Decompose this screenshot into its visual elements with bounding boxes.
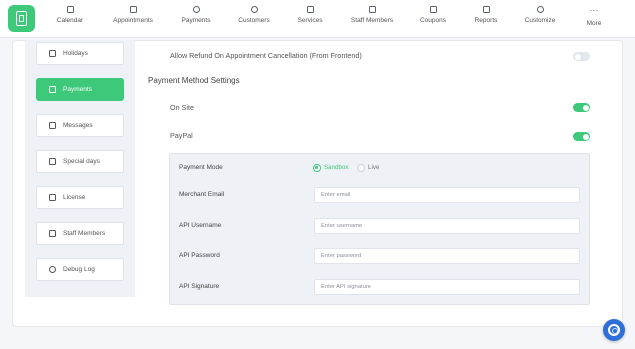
coupons-icon bbox=[429, 6, 437, 13]
refund-setting-label: Allow Refund On Appointment Cancellation… bbox=[170, 51, 362, 60]
nav-appointments-label: Appointments bbox=[113, 17, 153, 24]
customers-icon bbox=[250, 6, 258, 13]
api-password-field[interactable] bbox=[314, 248, 580, 264]
merchant-email-field[interactable] bbox=[314, 187, 580, 203]
sidebar-item-staff-members[interactable]: Staff Members bbox=[36, 222, 124, 245]
nav-services-label: Services bbox=[297, 17, 323, 24]
sandbox-radio-label[interactable]: Sandbox bbox=[324, 164, 348, 171]
sidebar-item-label: Debug Log bbox=[63, 266, 95, 273]
paypal-toggle[interactable] bbox=[573, 132, 590, 141]
sidebar-item-debug-log[interactable]: Debug Log bbox=[36, 258, 124, 281]
sidebar-item-label: Staff Members bbox=[63, 230, 106, 237]
nav-calendar-label: Calendar bbox=[56, 17, 84, 24]
sidebar-item-label: License bbox=[63, 194, 86, 201]
nav-more-label: More bbox=[586, 20, 602, 27]
on-site-label: On Site bbox=[170, 103, 194, 112]
sidebar-item-special-days[interactable]: Special days bbox=[36, 150, 124, 173]
app-logo[interactable] bbox=[8, 5, 35, 32]
api-username-label: API Username bbox=[179, 222, 222, 229]
nav-staff-members[interactable]: Staff Members bbox=[337, 6, 407, 24]
live-radio-label[interactable]: Live bbox=[368, 164, 379, 171]
logo-glyph bbox=[16, 11, 27, 26]
sidebar-item-payments[interactable]: Payments bbox=[36, 78, 124, 101]
sidebar-item-messages[interactable]: Messages bbox=[36, 114, 124, 137]
refund-toggle[interactable] bbox=[573, 52, 590, 61]
calendar-icon bbox=[66, 6, 74, 13]
more-dots-icon: ··· bbox=[589, 5, 599, 15]
sandbox-radio[interactable] bbox=[313, 164, 321, 172]
live-radio[interactable] bbox=[357, 164, 365, 172]
payments-icon bbox=[49, 86, 56, 93]
appointments-icon bbox=[129, 6, 137, 13]
staff-members-icon bbox=[368, 6, 376, 13]
nav-services[interactable]: Services bbox=[275, 6, 345, 24]
license-icon bbox=[49, 194, 56, 201]
customize-icon bbox=[536, 6, 544, 13]
sidebar-item-holidays[interactable]: Holidays bbox=[36, 42, 124, 65]
messages-icon bbox=[49, 122, 56, 129]
nav-calendar[interactable]: Calendar bbox=[35, 6, 105, 24]
on-site-toggle[interactable] bbox=[573, 103, 590, 112]
holidays-icon bbox=[49, 50, 56, 57]
lifebuoy-icon bbox=[608, 324, 620, 336]
sidebar-item-label: Messages bbox=[63, 122, 93, 129]
api-signature-field[interactable] bbox=[314, 279, 580, 295]
sidebar-item-label: Special days bbox=[63, 158, 100, 165]
payment-mode-label: Payment Mode bbox=[179, 164, 223, 171]
reports-icon bbox=[482, 6, 490, 13]
section-title: Payment Method Settings bbox=[148, 76, 240, 85]
sidebar-item-license[interactable]: License bbox=[36, 186, 124, 209]
debug-log-icon bbox=[49, 266, 56, 273]
nav-staff-members-label: Staff Members bbox=[350, 17, 394, 24]
nav-appointments[interactable]: Appointments bbox=[98, 6, 168, 24]
api-password-label: API Password bbox=[179, 252, 220, 259]
toggle-knob bbox=[582, 104, 589, 111]
api-username-field[interactable] bbox=[314, 218, 580, 234]
services-icon bbox=[306, 6, 314, 13]
staff-members-icon bbox=[49, 230, 56, 237]
top-navigation-bar: Calendar Appointments Payments Customers… bbox=[0, 0, 635, 38]
settings-sidebar: Holidays Payments Messages Special days … bbox=[25, 40, 135, 297]
api-signature-label: API Signature bbox=[179, 283, 220, 290]
special-days-icon bbox=[49, 158, 56, 165]
nav-more[interactable]: ··· More bbox=[559, 5, 629, 28]
merchant-email-label: Merchant Email bbox=[179, 191, 225, 198]
paypal-label: PayPal bbox=[170, 131, 193, 140]
sidebar-item-label: Payments bbox=[63, 86, 92, 93]
toggle-knob bbox=[582, 133, 589, 140]
sidebar-item-label: Holidays bbox=[63, 50, 88, 57]
payments-icon bbox=[192, 6, 200, 13]
help-button[interactable] bbox=[603, 319, 625, 341]
toggle-knob bbox=[574, 53, 581, 60]
